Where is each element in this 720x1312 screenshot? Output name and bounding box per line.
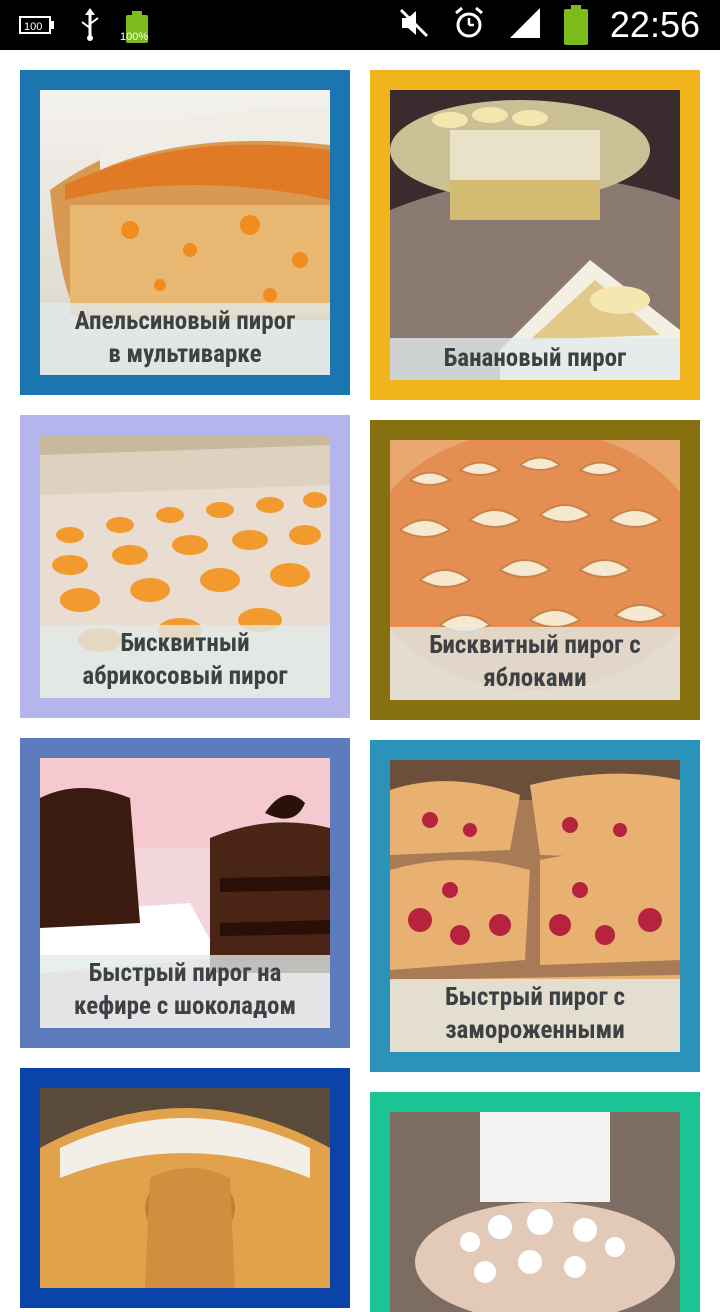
recipe-title: Банановый пирог xyxy=(390,338,680,380)
recipe-card[interactable]: Бисквитный пирог с яблоками xyxy=(370,420,700,720)
battery-icon xyxy=(563,5,588,45)
battery-percent-label: 100% xyxy=(120,31,149,43)
recipe-photo: Бисквитный абрикосовый пирог xyxy=(40,435,330,698)
clock: 22:56 xyxy=(609,4,700,45)
recipe-card[interactable] xyxy=(370,1092,700,1312)
recipe-card[interactable]: Банановый пирог xyxy=(370,70,700,400)
recipe-card[interactable]: Апельсиновый пирог в мультиварке xyxy=(20,70,350,395)
recipe-photo: Бисквитный пирог с яблоками xyxy=(390,440,680,700)
recipe-card[interactable]: Быстрый пирог на кефире с шоколадом xyxy=(20,738,350,1048)
mute-icon xyxy=(398,7,430,43)
recipe-photo: Быстрый пирог с замороженными xyxy=(390,760,680,1052)
recipe-title: Быстрый пирог на кефире с шоколадом xyxy=(40,955,330,1028)
recipe-title: Апельсиновый пирог в мультиварке xyxy=(40,303,330,375)
recipe-card[interactable] xyxy=(20,1068,350,1308)
alarm-icon xyxy=(452,6,486,44)
recipe-title: Быстрый пирог с замороженными xyxy=(390,979,680,1052)
recipe-photo: Апельсиновый пирог в мультиварке xyxy=(40,90,330,375)
recipe-card[interactable]: Быстрый пирог с замороженными xyxy=(370,740,700,1072)
status-bar: 100 100% 22:56 xyxy=(0,0,720,50)
recipe-photo xyxy=(390,1112,680,1312)
svg-text:100: 100 xyxy=(24,21,42,33)
recipe-card[interactable]: Бисквитный абрикосовый пирог xyxy=(20,415,350,718)
recipe-title: Бисквитный абрикосовый пирог xyxy=(40,625,330,698)
recipe-photo: Банановый пирог xyxy=(390,90,680,380)
recipe-photo xyxy=(40,1088,330,1288)
signal-icon xyxy=(508,6,542,44)
recipe-title: Бисквитный пирог с яблоками xyxy=(390,627,680,700)
battery-100-icon: 100 xyxy=(18,11,56,43)
recipe-grid: Апельсиновый пирог в мультиварке Бананов… xyxy=(0,50,720,1312)
recipe-photo: Быстрый пирог на кефире с шоколадом xyxy=(40,758,330,1028)
battery-charging-icon: 100% xyxy=(120,11,150,43)
usb-icon xyxy=(78,8,102,46)
